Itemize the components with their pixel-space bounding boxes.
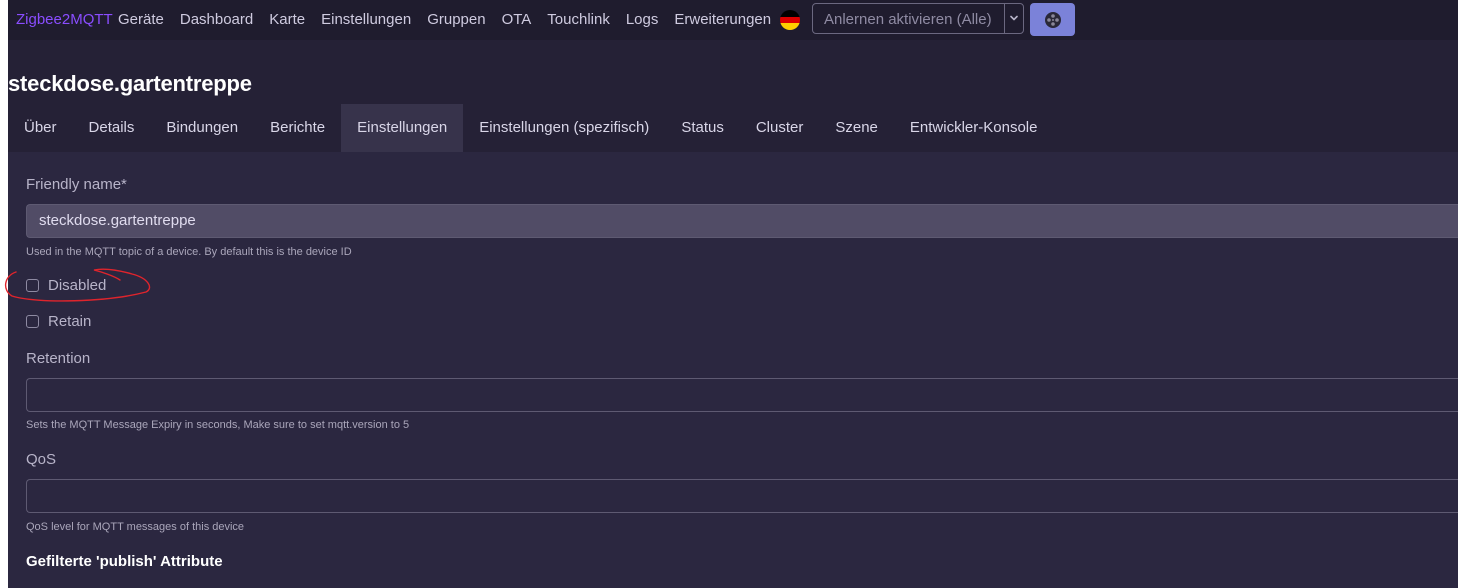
nav-link-einstellungen[interactable]: Einstellungen [321, 10, 411, 30]
disabled-label: Disabled [48, 277, 107, 294]
chevron-down-icon[interactable] [1009, 13, 1019, 23]
disabled-checkbox[interactable] [26, 279, 39, 292]
germany-flag-icon[interactable] [780, 10, 800, 30]
nav-links: Geräte Dashboard Karte Einstellungen Gru… [118, 10, 787, 30]
nav-link-dashboard[interactable]: Dashboard [180, 10, 253, 30]
extra-action-button[interactable] [1030, 3, 1075, 36]
nav-link-gruppen[interactable]: Gruppen [427, 10, 485, 30]
retention-help: Sets the MQTT Message Expiry in seconds,… [26, 419, 410, 431]
tab-cluster[interactable]: Cluster [740, 104, 820, 152]
permit-join-select[interactable]: Anlernen aktivieren (Alle) [812, 3, 1024, 34]
nav-link-ota[interactable]: OTA [502, 10, 532, 30]
film-reel-icon [1044, 11, 1061, 28]
nav-link-touchlink[interactable]: Touchlink [547, 10, 610, 30]
app-root: Zigbee2MQTT Geräte Dashboard Karte Einst… [5, 0, 1458, 588]
tab-berichte[interactable]: Berichte [254, 104, 341, 152]
retention-input[interactable] [26, 378, 1458, 412]
tab-einstellungen-spezifisch[interactable]: Einstellungen (spezifisch) [463, 104, 665, 152]
retain-label: Retain [48, 313, 92, 330]
qos-input[interactable] [26, 479, 1458, 513]
tab-bindungen[interactable]: Bindungen [150, 104, 254, 152]
settings-panel: Friendly name* steckdose.gartentreppe Us… [5, 152, 1458, 588]
friendly-name-input[interactable]: steckdose.gartentreppe [26, 204, 1458, 238]
brand-link[interactable]: Zigbee2MQTT [16, 10, 113, 30]
tab-entwickler-konsole[interactable]: Entwickler-Konsole [894, 104, 1054, 152]
filtered-publish-heading: Gefilterte 'publish' Attribute [26, 553, 223, 570]
qos-label: QoS [26, 451, 57, 468]
nav-link-logs[interactable]: Logs [626, 10, 659, 30]
friendly-name-label: Friendly name* [26, 176, 127, 193]
nav-link-geraete[interactable]: Geräte [118, 10, 164, 30]
retain-checkbox-row[interactable]: Retain [26, 313, 91, 330]
tab-einstellungen[interactable]: Einstellungen [341, 104, 464, 152]
tab-szene[interactable]: Szene [819, 104, 894, 152]
retention-label: Retention [26, 350, 91, 367]
nav-link-erweiterungen[interactable]: Erweiterungen [674, 10, 771, 30]
permit-join-divider [1004, 4, 1005, 33]
retain-checkbox[interactable] [26, 315, 39, 328]
page-title: steckdose.gartentreppe [8, 71, 252, 96]
permit-join-label: Anlernen aktivieren (Alle) [824, 11, 992, 28]
friendly-name-help: Used in the MQTT topic of a device. By d… [26, 246, 352, 258]
tab-ueber[interactable]: Über [8, 104, 73, 152]
disabled-checkbox-row[interactable]: Disabled [26, 277, 106, 294]
tab-details[interactable]: Details [73, 104, 151, 152]
qos-help: QoS level for MQTT messages of this devi… [26, 521, 245, 533]
navbar: Zigbee2MQTT Geräte Dashboard Karte Einst… [8, 0, 1458, 40]
tab-status[interactable]: Status [665, 104, 740, 152]
device-tabs: Über Details Bindungen Berichte Einstell… [8, 104, 1053, 152]
nav-link-karte[interactable]: Karte [269, 10, 305, 30]
